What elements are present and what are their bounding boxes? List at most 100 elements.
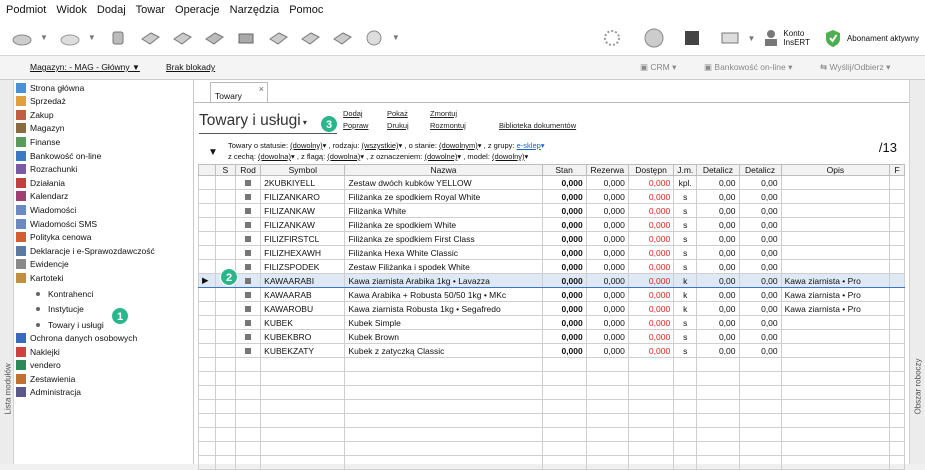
status-filter[interactable]: (dowolny) — [290, 141, 323, 150]
column-header[interactable]: J.m. — [673, 164, 698, 176]
sidebar-item-0[interactable]: Strona główna — [16, 81, 84, 94]
flaga-filter[interactable]: (dowolna) — [327, 152, 360, 161]
workspace-strip[interactable]: Obszar roboczy — [909, 80, 925, 464]
sidebar-item-10[interactable]: Wiadomości SMS — [16, 217, 97, 230]
table-row[interactable]: KUBEKZATY Kubek z zatyczką Classic 0,000 0,… — [198, 343, 905, 358]
box-icon[interactable] — [678, 26, 706, 50]
table-row[interactable]: KUBEK Kubek Simple 0,000 0,000 0,000 s 0,00 0,0… — [198, 315, 905, 330]
zmontuj-link[interactable]: Zmontuj — [430, 109, 457, 118]
invoice-icon[interactable] — [168, 26, 196, 50]
wyslij-odbierz-button[interactable]: ⇆ Wyślij/Odbierz ▾ — [820, 62, 890, 73]
chevron-down-icon[interactable]: ▼ — [392, 33, 400, 42]
module-list-strip[interactable]: Lista modułów — [0, 80, 14, 464]
cecha-filter[interactable]: (dowolna) — [258, 152, 291, 161]
close-icon[interactable]: × — [259, 84, 264, 94]
spinner-icon[interactable] — [598, 26, 626, 50]
sidebar-item-after-0[interactable]: Ochrona danych osobowych — [16, 332, 137, 345]
menu-item-6[interactable]: Pomoc — [289, 4, 323, 16]
column-header[interactable]: Stan — [541, 164, 587, 176]
sidebar-subitem-2[interactable]: Towary i usługi — [36, 318, 104, 331]
menu-item-2[interactable]: Dodaj — [97, 4, 126, 16]
chevron-down-icon[interactable]: ▼ — [40, 33, 48, 42]
column-header[interactable]: Dostępn — [627, 164, 675, 176]
table-row[interactable] — [198, 413, 905, 428]
sidebar-item-4[interactable]: Finanse — [16, 135, 60, 148]
column-header[interactable]: Detalicz — [738, 164, 782, 176]
sidebar-item-14[interactable]: Kartoteki — [16, 271, 64, 284]
chevron-down-icon[interactable]: ▼ — [88, 33, 96, 42]
oznaczenie-filter[interactable]: (dowolne) — [424, 152, 457, 161]
table-row[interactable]: FILIZANKAW Filiżanka ze spodkiem White 0,0… — [198, 217, 905, 232]
home-icon[interactable] — [8, 26, 36, 50]
printer-icon[interactable] — [232, 26, 260, 50]
biblioteka-link[interactable]: Biblioteka dokumentów — [499, 121, 576, 130]
column-header[interactable]: Detalicz — [696, 164, 740, 176]
menu-item-1[interactable]: Widok — [56, 4, 87, 16]
sidebar-item-1[interactable]: Sprzedaż — [16, 95, 66, 108]
pokaz-link[interactable]: Pokaż — [387, 109, 408, 118]
table-row[interactable]: FILIZFIRSTCL Filiżanka ze spodkiem First … — [198, 231, 905, 246]
crm-button[interactable]: ▣ CRM ▾ — [640, 62, 676, 73]
drukuj-link[interactable]: Drukuj — [387, 121, 409, 130]
sidebar-item-6[interactable]: Rozrachunki — [16, 163, 77, 176]
table-row[interactable] — [198, 385, 905, 400]
brak-blokady-link[interactable]: Brak blokady — [166, 62, 215, 72]
column-header[interactable]: Nazwa — [344, 164, 543, 176]
truck-icon[interactable] — [716, 26, 744, 50]
wrench-icon[interactable] — [296, 26, 324, 50]
sidebar-item-3[interactable]: Magazyn — [16, 122, 65, 135]
table-row[interactable]: FILIZHEXAWH Filiżanka Hexa White Classic 0… — [198, 245, 905, 260]
help-icon[interactable] — [360, 26, 388, 50]
sidebar-item-9[interactable]: Wiadomości — [16, 203, 76, 216]
menu-item-0[interactable]: Podmiot — [6, 4, 46, 16]
sidebar-item-13[interactable]: Ewidencje — [16, 258, 69, 271]
sidebar-item-12[interactable]: Deklaracje i e-Sprawozdawczość — [16, 244, 155, 257]
menu-item-5[interactable]: Narzędzia — [230, 4, 280, 16]
table-row[interactable] — [198, 427, 905, 442]
konto-insert[interactable]: Konto InsERT — [763, 28, 810, 48]
abonament-status[interactable]: Abonament aktywny — [824, 28, 919, 48]
table-row[interactable]: FILIZANKAW Filiżanka White 0,000 0,000 0,000… — [198, 203, 905, 218]
bankowosc-button[interactable]: ▣ Bankowość on-line ▾ — [704, 62, 792, 73]
sidebar-item-8[interactable]: Kalendarz — [16, 190, 68, 203]
table-row[interactable]: 2KUBKIYELL Zestaw dwóch kubków YELLOW 0,00… — [198, 175, 905, 190]
document-icon[interactable] — [136, 26, 164, 50]
column-header[interactable]: Rezerwa — [585, 164, 629, 176]
table-row[interactable]: ▶ KAWAARABI Kawa ziarnista Arabika 1kg • L… — [198, 273, 905, 288]
table-row[interactable]: FILIZSPODEK Zestaw Filiżanka i spodek Whi… — [198, 259, 905, 274]
sidebar-subitem-0[interactable]: Kontrahenci — [36, 287, 93, 300]
rodzaj-filter[interactable]: (wszystkie) — [361, 141, 398, 150]
pen-icon[interactable] — [328, 26, 356, 50]
sidebar-item-after-1[interactable]: Naklejki — [16, 345, 60, 358]
sidebar-item-2[interactable]: Zakup — [16, 108, 54, 121]
stan-filter[interactable]: (dowolnym) — [439, 141, 478, 150]
tag-icon[interactable] — [200, 26, 228, 50]
database-icon[interactable] — [104, 26, 132, 50]
magazyn-selector[interactable]: Magazyn: - MAG - Główny ▼ — [30, 62, 140, 72]
popraw-link[interactable]: Popraw — [343, 121, 368, 130]
sidebar-item-after-3[interactable]: Zestawienia — [16, 372, 75, 385]
sidebar-item-5[interactable]: Bankowość on-line — [16, 149, 101, 162]
mail-icon[interactable] — [56, 26, 84, 50]
table-row[interactable]: KUBEKBRO Kubek Brown 0,000 0,000 0,000 s 0,00 0… — [198, 329, 905, 344]
table-row[interactable] — [198, 455, 905, 470]
sidebar-item-11[interactable]: Polityka cenowa — [16, 231, 91, 244]
dodaj-link[interactable]: Dodaj — [343, 109, 363, 118]
table-row[interactable]: KAWAROBU Kawa ziarnista Robusta 1kg • Seg… — [198, 301, 905, 316]
page-title[interactable]: Towary i usługi ▾ — [199, 112, 307, 130]
column-header[interactable]: Rod — [234, 164, 262, 176]
column-header[interactable]: Opis — [780, 164, 891, 176]
table-row[interactable]: KAWAARAB Kawa Arabika + Robusta 50/50 1kg… — [198, 287, 905, 302]
tools-icon[interactable] — [264, 26, 292, 50]
table-row[interactable] — [198, 399, 905, 414]
table-row[interactable] — [198, 357, 905, 372]
sidebar-item-after-2[interactable]: vendero — [16, 359, 61, 372]
rozmontuj-link[interactable]: Rozmontuj — [430, 121, 466, 130]
column-header[interactable]: F — [889, 164, 905, 176]
column-header[interactable]: Symbol — [260, 164, 346, 176]
grupy-filter[interactable]: e-sklep — [517, 141, 541, 150]
menu-item-3[interactable]: Towar — [136, 4, 165, 16]
sidebar-subitem-1[interactable]: Instytucje — [36, 303, 84, 316]
collapse-filters-icon[interactable]: ▼ — [208, 147, 218, 158]
model-filter[interactable]: (dowolny) — [492, 152, 525, 161]
